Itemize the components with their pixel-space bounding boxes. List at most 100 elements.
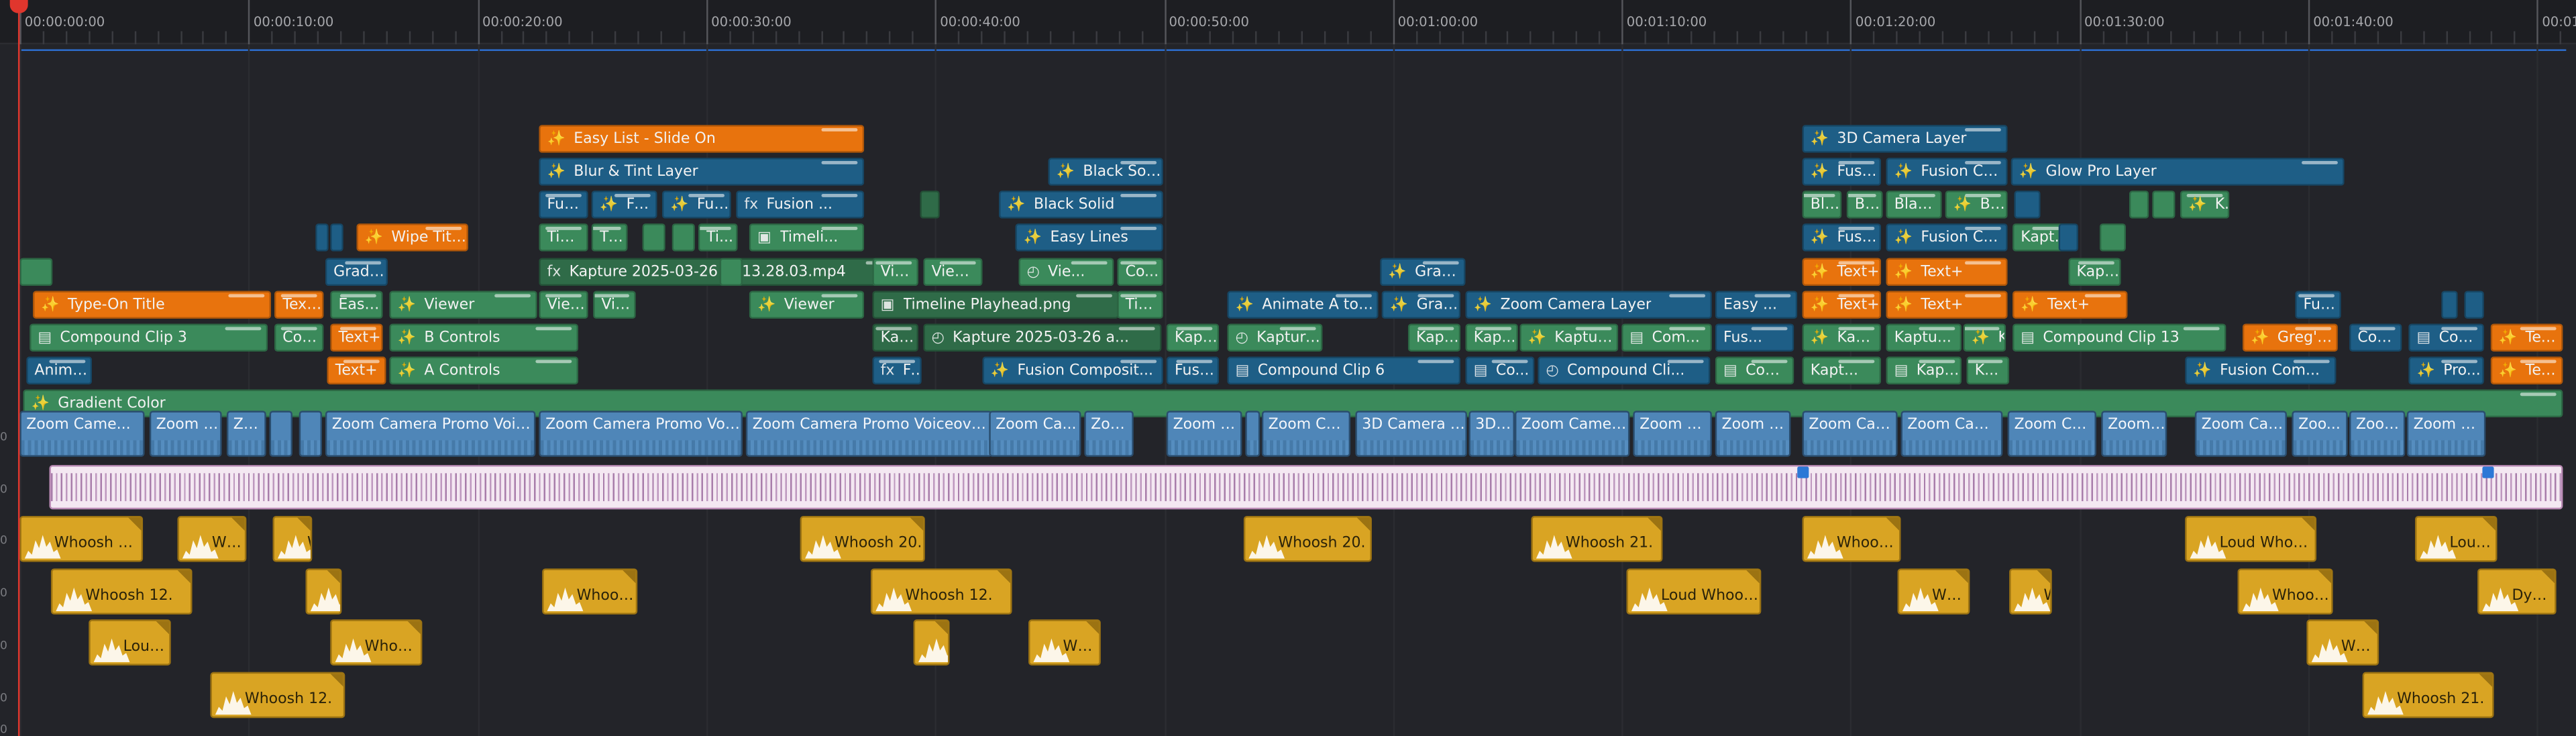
title-clip[interactable]: Anima...: [26, 356, 93, 385]
title-clip[interactable]: [19, 258, 53, 286]
sfx-audio-clip[interactable]: Whoosh 20.: [800, 515, 925, 562]
title-clip[interactable]: Black ...: [1886, 191, 1942, 219]
title-clip[interactable]: Timel...: [539, 223, 588, 252]
video-clip[interactable]: Zoom Camer...: [1900, 411, 2003, 457]
sfx-audio-clip[interactable]: W...: [272, 515, 313, 562]
title-clip[interactable]: Kap...: [1465, 323, 1518, 352]
sfx-audio-clip[interactable]: Whoosh...: [1897, 568, 1970, 615]
title-clip[interactable]: Text+: [274, 291, 324, 319]
video-clip[interactable]: Zoom Ca...: [2406, 411, 2486, 457]
audio-marker-icon[interactable]: [2482, 466, 2494, 478]
title-clip[interactable]: [2129, 191, 2149, 219]
video-clip[interactable]: Zoom Camera Promo Voiceov...: [325, 411, 536, 457]
title-clip[interactable]: ✨ Text+: [2490, 323, 2563, 352]
title-clip[interactable]: ▤ Co...: [1465, 356, 1535, 385]
title-clip[interactable]: Ti...: [698, 223, 738, 252]
sfx-audio-clip[interactable]: [913, 619, 950, 666]
title-clip[interactable]: ✨ Text+: [2012, 291, 2128, 319]
title-clip[interactable]: ✨ Text+: [2490, 356, 2563, 385]
video-clip[interactable]: Zoo...: [1084, 411, 1134, 457]
title-clip[interactable]: Fusio...: [539, 191, 588, 219]
title-clip[interactable]: ✨ Viewer: [389, 291, 537, 319]
title-clip[interactable]: ✨ Bl...: [1945, 191, 2008, 219]
video-clip[interactable]: [299, 411, 323, 457]
title-clip[interactable]: ✨ Black Solid: [1048, 158, 1163, 186]
video-clip[interactable]: Zoom Camera Promo Voiceo...: [539, 411, 743, 457]
title-clip[interactable]: ✨ Fusio...: [1802, 223, 1882, 252]
title-clip[interactable]: ✨ Pro...: [2408, 356, 2484, 385]
video-clip[interactable]: Zoom Ca...: [2007, 411, 2096, 457]
title-clip[interactable]: Gradu...: [325, 258, 388, 286]
title-clip[interactable]: ✨ Zoom Camera Layer: [1465, 291, 1712, 319]
title-clip[interactable]: ▤ Compound Clip 6: [1227, 356, 1461, 385]
title-clip[interactable]: ✨ Easy List - Slide On: [539, 125, 865, 153]
sfx-audio-clip[interactable]: Whoosh...: [2306, 619, 2379, 666]
video-clip[interactable]: Zoom Camera Promo Voiceover.wav: [745, 411, 993, 457]
title-clip[interactable]: [719, 258, 743, 286]
title-clip[interactable]: Fus...: [1715, 323, 1794, 352]
title-clip[interactable]: [642, 223, 665, 252]
audio-marker-icon[interactable]: [1797, 466, 1809, 478]
title-clip[interactable]: Fusi...: [2295, 291, 2341, 319]
title-clip[interactable]: ✨ Glow Pro Layer: [2010, 158, 2345, 186]
title-clip[interactable]: Kaptu...: [1407, 323, 1461, 352]
title-clip[interactable]: [2058, 223, 2078, 252]
title-clip[interactable]: ✨ Kap...: [2180, 191, 2230, 219]
title-clip[interactable]: Ti...: [591, 223, 628, 252]
sfx-audio-clip[interactable]: Whoosh 09.: [330, 619, 423, 666]
title-clip[interactable]: Kapt...: [2068, 258, 2121, 286]
sfx-audio-clip[interactable]: Whoosh...: [1028, 619, 1101, 666]
voiceover-audio-clip[interactable]: [49, 465, 2563, 510]
title-clip[interactable]: Easy ...: [330, 291, 383, 319]
title-clip[interactable]: ✨ Text+: [1886, 291, 2008, 319]
video-clip[interactable]: Zoom Came...: [19, 411, 145, 457]
title-clip[interactable]: ✨ Fu...: [591, 191, 657, 219]
title-clip[interactable]: [2152, 191, 2176, 219]
video-clip[interactable]: Zoom Ca...: [1166, 411, 1242, 457]
title-clip[interactable]: ▣ Timeli...: [749, 223, 865, 252]
title-clip[interactable]: fx Fusion ...: [736, 191, 865, 219]
video-clip[interactable]: Zoom Ca...: [1261, 411, 1351, 457]
sfx-audio-clip[interactable]: Whoosh 19.: [2237, 568, 2333, 615]
timeline-panel[interactable]: 00:00:00:00 00:00:10:00 00:00:20:00 00:00:3…: [0, 0, 2576, 736]
title-clip[interactable]: ✨ 3D Camera Layer: [1802, 125, 2008, 153]
video-clip[interactable]: 3D ...: [1468, 411, 1515, 457]
title-clip[interactable]: ✨ Wipe Titles: [356, 223, 468, 252]
video-clip[interactable]: 3D Camera Pr...: [1355, 411, 1467, 457]
video-clip[interactable]: Zoom Camera ...: [1514, 411, 1630, 457]
sfx-audio-clip[interactable]: Loud Wh...: [89, 619, 171, 666]
sfx-audio-clip[interactable]: Whoosh 21.: [1531, 515, 1663, 562]
sfx-audio-clip[interactable]: Whoosh 19.: [1802, 515, 1901, 562]
sfx-audio-clip[interactable]: Whoosh 12.: [50, 568, 193, 615]
title-clip[interactable]: ▤ Compound Clip 13: [2012, 323, 2226, 352]
title-clip[interactable]: Tim...: [1117, 291, 1163, 319]
title-clip[interactable]: ✨ Viewer: [749, 291, 865, 319]
title-clip[interactable]: Kapt...: [1802, 356, 1882, 385]
sfx-audio-clip[interactable]: Whoosh 20.: [1243, 515, 1372, 562]
video-clip[interactable]: Zoom ...: [2349, 411, 2406, 457]
playhead[interactable]: [17, 0, 20, 736]
video-clip[interactable]: Zoom Ca...: [1715, 411, 1791, 457]
title-clip[interactable]: [2464, 291, 2484, 319]
title-clip[interactable]: Fusio...: [1166, 356, 1220, 385]
sfx-audio-clip[interactable]: Whoosh 21.: [2362, 672, 2494, 719]
sfx-audio-clip[interactable]: Whoosh 12.: [210, 672, 345, 719]
video-clip[interactable]: Zoom Ca...: [1633, 411, 1712, 457]
video-clip[interactable]: Zoom ...: [2101, 411, 2167, 457]
video-clip[interactable]: Zoom Came...: [1802, 411, 1898, 457]
title-clip[interactable]: ✨ Grap...: [1381, 291, 1461, 319]
title-clip[interactable]: ◴ Compound Cli...: [1538, 356, 1711, 385]
sfx-audio-clip[interactable]: Dynamic ...: [2477, 568, 2557, 615]
title-clip[interactable]: ✨ Text+: [1886, 258, 2008, 286]
title-clip[interactable]: [672, 223, 695, 252]
title-clip[interactable]: [315, 223, 329, 252]
title-clip[interactable]: ✨ Animate A to B ...: [1227, 291, 1379, 319]
title-clip[interactable]: ✨ Black Solid: [998, 191, 1163, 219]
title-clip[interactable]: Kap...: [872, 323, 918, 352]
title-clip[interactable]: Viewer: [539, 291, 588, 319]
title-clip[interactable]: ✨ Fusion Composit...: [982, 356, 1163, 385]
title-clip[interactable]: ✨ B Controls: [389, 323, 579, 352]
title-clip[interactable]: ▤ Com...: [1715, 356, 1794, 385]
title-clip[interactable]: ✨ Fusion Co...: [1886, 223, 2008, 252]
title-clip[interactable]: ✨ Fusio...: [1802, 158, 1882, 186]
